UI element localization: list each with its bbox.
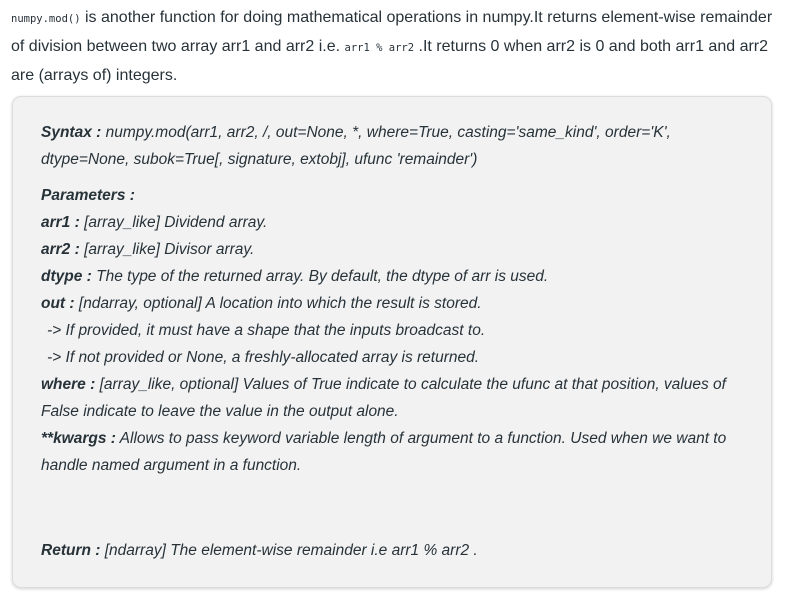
param-kwargs: **kwargs : Allows to pass keyword variab… xyxy=(41,430,727,474)
param-out: out : [ndarray, optional] A location int… xyxy=(41,295,482,312)
syntax-line: Syntax : numpy.mod(arr1, arr2, /, out=No… xyxy=(41,119,759,173)
out-note-2: -> If not provided or None, a freshly-al… xyxy=(47,349,480,366)
out-note-1: -> If provided, it must have a shape tha… xyxy=(47,322,486,339)
param-where: where : [array_like, optional] Values of… xyxy=(41,376,726,420)
blockquote-content: Syntax : numpy.mod(arr1, arr2, /, out=No… xyxy=(41,119,759,564)
return-text: [ndarray] The element-wise remainder i.e… xyxy=(100,542,478,559)
syntax-blockquote: Syntax : numpy.mod(arr1, arr2, /, out=No… xyxy=(12,96,772,588)
param-dtype: dtype : The type of the returned array. … xyxy=(41,268,549,285)
intro-paragraph: numpy.mod() is another function for doin… xyxy=(11,4,781,89)
syntax-text: numpy.mod(arr1, arr2, /, out=None, *, wh… xyxy=(41,124,671,168)
parameters-heading: Parameters : xyxy=(41,187,135,204)
param-arr1: arr1 : [array_like] Dividend array. xyxy=(41,214,268,231)
inline-code-numpy-mod: numpy.mod() xyxy=(11,13,81,25)
param-arr2: arr2 : [array_like] Divisor array. xyxy=(41,241,255,258)
syntax-label: Syntax : xyxy=(41,124,102,141)
inline-code-expression: arr1 % arr2 xyxy=(344,42,415,54)
return-line: Return : [ndarray] The element-wise rema… xyxy=(41,537,759,564)
return-label: Return : xyxy=(41,542,101,559)
